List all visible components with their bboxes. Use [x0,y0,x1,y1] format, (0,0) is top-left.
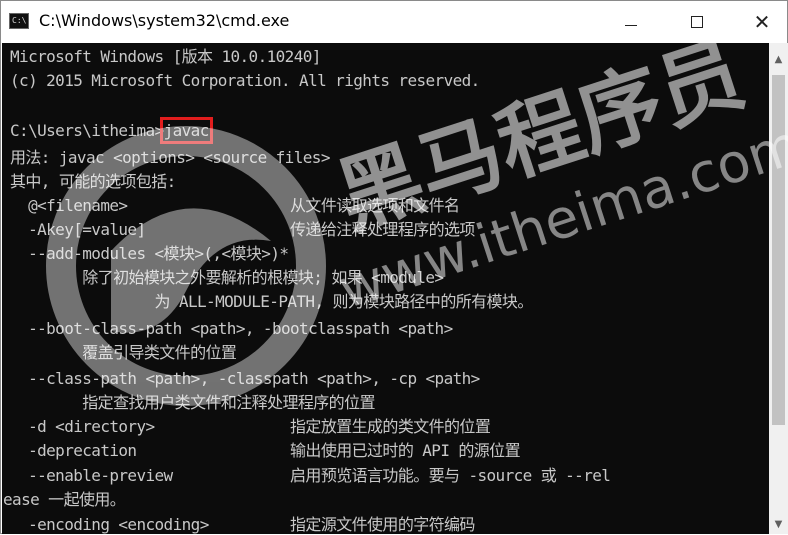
scroll-up-arrow[interactable]: ▲ [769,51,788,69]
console-line: Microsoft Windows [版本 10.0.10240] [10,47,321,66]
console-line: 为 ALL-MODULE-PATH, 则为模块路径中的所有模块。 [10,292,534,311]
console-output[interactable]: Microsoft Windows [版本 10.0.10240] (c) 20… [2,43,769,534]
console-line: 用法: javac <options> <source files> [10,148,330,167]
minimize-button[interactable] [608,1,654,43]
scroll-down-arrow[interactable]: ▼ [769,516,788,534]
console-line: 其中, 可能的选项包括: [10,172,176,191]
close-icon: ✕ [753,10,771,34]
typed-command-highlight: javac [159,117,213,144]
console-line: -Akey[=value] 传递给注释处理程序的选项 [10,220,475,239]
console-line: -d <directory> 指定放置生成的类文件的位置 [10,417,491,436]
prompt-path: C:\Users\itheima> [10,121,164,140]
scroll-thumb[interactable] [772,75,785,425]
cmd-console-icon[interactable]: C:\ [9,13,29,29]
maximize-icon [691,16,703,28]
console-line: -encoding <encoding> 指定源文件使用的字符编码 [10,515,475,534]
console-line: 指定查找用户类文件和注释处理程序的位置 [10,393,375,412]
cmd-window: C:\ C:\Windows\system32\cmd.exe ✕ Micros… [0,0,788,534]
vertical-scrollbar[interactable]: ▲ ▼ [769,43,788,534]
console-line: --boot-class-path <path>, -bootclasspath… [10,319,453,338]
console-line: (c) 2015 Microsoft Corporation. All righ… [10,71,480,90]
console-line: -deprecation 输出使用已过时的 API 的源位置 [10,441,521,460]
console-line: --add-modules <模块>(,<模块>)* [10,244,289,263]
console-line: 覆盖引导类文件的位置 [10,343,237,362]
prompt-line: C:\Users\itheima>javac [10,117,213,144]
minimize-icon [625,24,637,26]
window-title: C:\Windows\system32\cmd.exe [39,11,290,30]
title-bar[interactable]: C:\ C:\Windows\system32\cmd.exe ✕ [1,1,787,43]
console-line: --enable-preview 启用预览语言功能。要与 -source 或 -… [10,466,611,485]
console-line: 除了初始模块之外要解析的根模块; 如果 <module> [10,268,444,287]
console-line: ease 一起使用。 [3,490,126,509]
console-line: @<filename> 从文件读取选项和文件名 [10,196,460,215]
close-button[interactable]: ✕ [739,1,785,43]
console-line: --class-path <path>, -classpath <path>, … [10,369,480,388]
maximize-button[interactable] [674,1,720,43]
